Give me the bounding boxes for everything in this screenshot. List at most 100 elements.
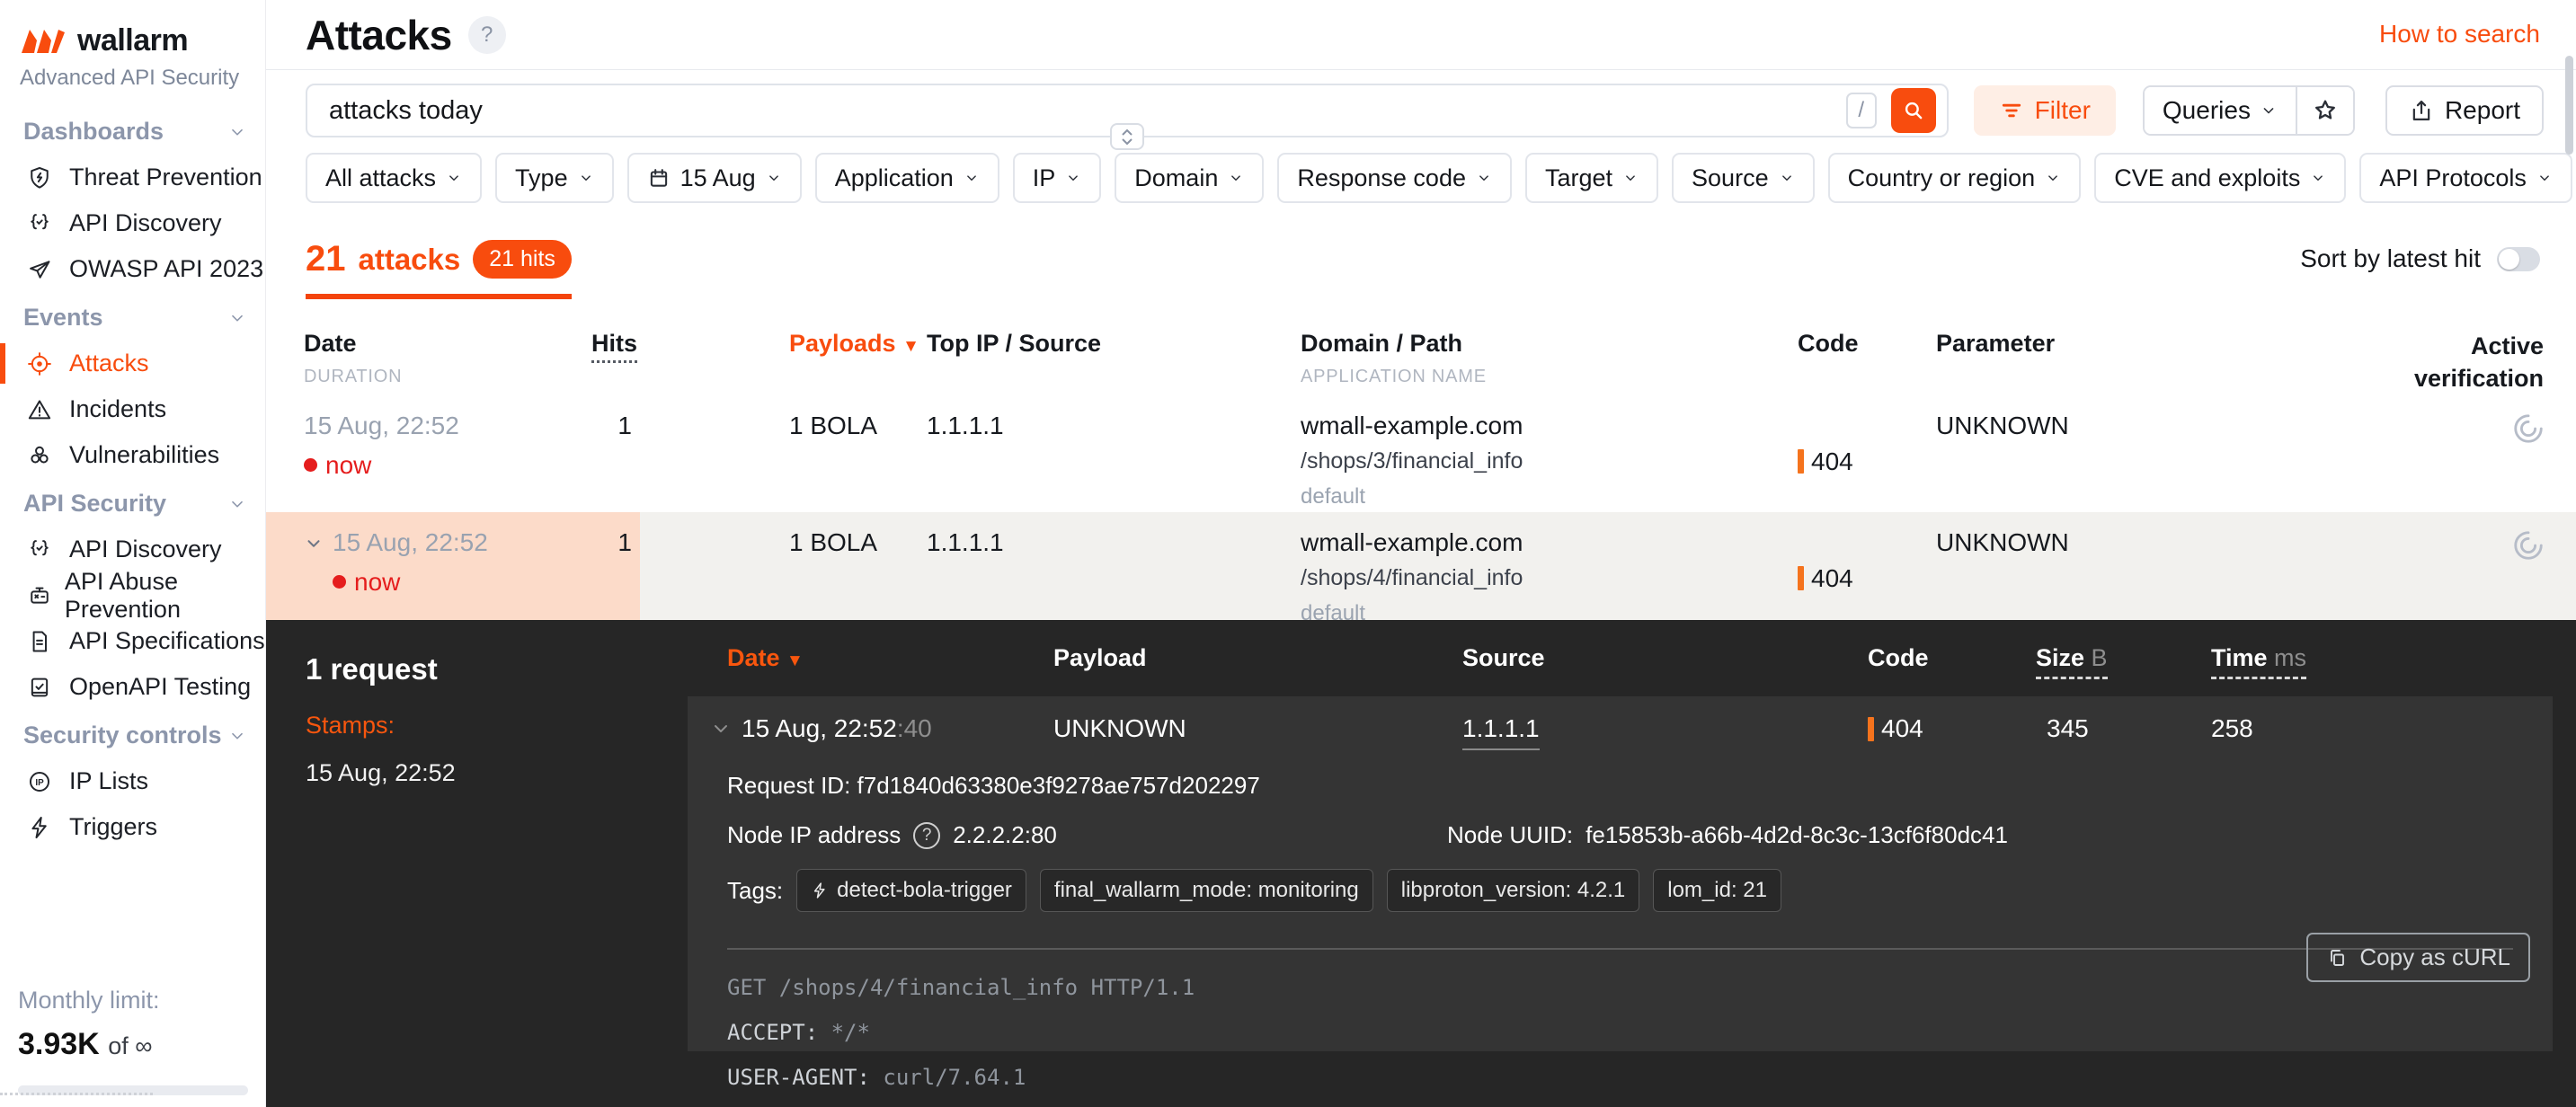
attack-date: 15 Aug, 22:52 — [304, 411, 459, 439]
attack-domain-cell: wmall-example.com /shops/3/financial_inf… — [1301, 412, 1798, 512]
sidebar-item-api-discovery-2[interactable]: API Discovery — [0, 527, 265, 572]
chip-label: All attacks — [325, 164, 437, 191]
col-hits[interactable]: Hits — [591, 330, 638, 395]
collapse-chevron-icon[interactable] — [304, 534, 324, 554]
attacks-table-header: Date DURATION Hits Payloads ▼ Top IP / S… — [266, 330, 2576, 395]
sidebar-item-label: API Discovery — [69, 209, 222, 236]
sidebar-item-api-specifications[interactable]: API Specifications — [0, 618, 265, 664]
filter-chip-domain[interactable]: Domain — [1115, 153, 1265, 203]
attack-row-1[interactable]: 15 Aug, 22:52 now 1 1 BOLA 1.1.1.1 wmall… — [266, 395, 2576, 512]
tag-lom-id[interactable]: lom_id: 21 — [1653, 869, 1781, 912]
node-uuid-value: fe15853b-a66b-4d2d-8c3c-13cf6f80dc41 — [1586, 821, 2008, 848]
limit-used: 3.93K — [18, 1027, 100, 1061]
slash-key-hint: / — [1845, 93, 1877, 128]
sidebar-item-attacks[interactable]: Attacks — [0, 341, 265, 386]
request-source[interactable]: 1.1.1.1 — [1462, 714, 1540, 750]
sidebar-item-incidents[interactable]: Incidents — [0, 386, 265, 432]
filter-chip-source[interactable]: Source — [1672, 153, 1815, 203]
chevron-down-icon — [1781, 175, 1791, 181]
report-button[interactable]: Report — [2385, 85, 2544, 136]
request-block: 15 Aug, 22:52:40 UNKNOWN 1.1.1.1 404 345… — [688, 696, 2553, 1088]
copy-as-curl-label: Copy as cURL — [2359, 943, 2510, 970]
chevron-down-icon — [1231, 175, 1241, 181]
col-code: Code — [1798, 330, 1859, 357]
scrollbar-thumb[interactable] — [2565, 56, 2573, 155]
sidebar-item-label: API Specifications — [69, 627, 265, 654]
attack-parameter: UNKNOWN — [1936, 411, 2069, 439]
filter-chip-response-code[interactable]: Response code — [1277, 153, 1512, 203]
sidebar-item-api-abuse-prevention[interactable]: API Abuse Prevention — [0, 568, 265, 623]
sidebar-item-openapi-testing[interactable]: OpenAPI Testing — [0, 664, 265, 710]
sidebar-section-security-controls[interactable]: Security controls — [0, 713, 265, 758]
queries-button[interactable]: Queries — [2144, 87, 2296, 134]
req-col-time[interactable]: Time ms — [2211, 644, 2553, 679]
attack-hits: 1 — [617, 527, 632, 556]
attack-date-cell: 15 Aug, 22:52 now — [304, 412, 591, 512]
req-col-size[interactable]: Size B — [2036, 644, 2211, 679]
attack-payloads: 1 BOLA — [789, 411, 878, 439]
attack-row-2-expanded[interactable]: 15 Aug, 22:52 now 1 1 BOLA 1.1.1.1 wmall… — [266, 511, 2576, 629]
limit-total: ∞ — [135, 1032, 153, 1059]
attack-domain-cell: wmall-example.com /shops/4/financial_inf… — [1301, 528, 1798, 629]
search-box[interactable]: / — [306, 84, 1949, 150]
filter-chip-target[interactable]: Target — [1524, 153, 1659, 203]
request-row[interactable]: 15 Aug, 22:52:40 UNKNOWN 1.1.1.1 404 345… — [688, 696, 2553, 761]
sort-by-latest-hit-toggle[interactable] — [2497, 246, 2540, 271]
stamps-label: Stamps: — [306, 712, 395, 739]
sidebar-section-dashboards[interactable]: Dashboards — [0, 109, 265, 155]
sidebar-item-label: Vulnerabilities — [69, 441, 220, 468]
hits-badge: 21 hits — [473, 240, 572, 279]
col-payloads[interactable]: Payloads ▼ — [789, 330, 927, 395]
braces-check-icon — [27, 211, 58, 236]
filter-chip-type[interactable]: Type — [495, 153, 614, 203]
search-button[interactable] — [1890, 88, 1936, 133]
search-input[interactable] — [329, 95, 1846, 126]
wallarm-logo[interactable]: wallarm — [0, 0, 265, 58]
search-history-stepper[interactable] — [1109, 123, 1144, 150]
sidebar-item-threat-prevention[interactable]: Threat Prevention — [0, 155, 265, 200]
filter-chip-cve[interactable]: CVE and exploits — [2094, 153, 2347, 203]
search-row: / Filter Queries — [306, 84, 2544, 150]
collapse-chevron-icon[interactable] — [710, 718, 732, 739]
filter-chips-row: All attacks Type 15 Aug Application IP D… — [306, 153, 2572, 203]
filter-chip-api-protocols[interactable]: API Protocols — [2359, 153, 2572, 203]
main-area: Attacks ? How to search / Filter — [266, 0, 2576, 1107]
sidebar-item-label: API Abuse Prevention — [64, 567, 181, 623]
chevron-down-icon — [232, 500, 243, 508]
favorite-queries-button[interactable] — [2295, 87, 2353, 134]
sidebar-item-api-discovery[interactable]: API Discovery — [0, 200, 265, 246]
filter-button[interactable]: Filter — [1973, 85, 2116, 136]
filter-chip-ip[interactable]: IP — [1012, 153, 1102, 203]
sidebar-item-ip-lists[interactable]: IP IP Lists — [0, 758, 265, 804]
queries-split-button: Queries — [2142, 85, 2355, 136]
stamp-value: 15 Aug, 22:52 — [306, 759, 456, 786]
requests-detail-area: Date ▼ Payload Source Code Size B Time m… — [688, 620, 2553, 1107]
help-icon[interactable]: ? — [467, 16, 506, 54]
filter-chip-all-attacks[interactable]: All attacks — [306, 153, 483, 203]
tag-final-wallarm-mode[interactable]: final_wallarm_mode: monitoring — [1039, 869, 1373, 912]
how-to-search-link[interactable]: How to search — [2379, 20, 2540, 49]
node-ip-help-icon[interactable]: ? — [913, 821, 941, 849]
req-col-date[interactable]: Date ▼ — [688, 644, 1053, 672]
sidebar-section-api-security[interactable]: API Security — [0, 481, 265, 527]
sidebar-item-vulnerabilities[interactable]: Vulnerabilities — [0, 432, 265, 478]
tag-libproton-version[interactable]: libproton_version: 4.2.1 — [1386, 869, 1640, 912]
svg-text:IP: IP — [35, 777, 44, 787]
sidebar-dotted-divider — [0, 1093, 153, 1095]
sidebar-item-triggers[interactable]: Triggers — [0, 804, 265, 850]
copy-as-curl-button[interactable]: Copy as cURL — [2306, 933, 2530, 982]
chevron-down-icon — [2314, 175, 2323, 181]
filter-chip-date[interactable]: 15 Aug — [626, 153, 802, 203]
filter-chip-country[interactable]: Country or region — [1827, 153, 2082, 203]
sidebar-section-events[interactable]: Events — [0, 295, 265, 341]
attack-top-ip: 1.1.1.1 — [927, 527, 1004, 556]
filter-icon — [2002, 103, 2021, 118]
col-active-verification: Active verification — [2413, 332, 2544, 393]
tag-detect-bola-trigger[interactable]: detect-bola-trigger — [796, 869, 1026, 912]
ip-circle-icon: IP — [27, 769, 58, 794]
filter-chip-application[interactable]: Application — [814, 153, 999, 203]
chevron-down-icon — [449, 175, 458, 181]
chevron-down-icon — [768, 175, 778, 181]
sidebar-item-owasp-api-2023[interactable]: OWASP API 2023 — [0, 246, 265, 292]
col-duration: DURATION — [304, 367, 403, 386]
